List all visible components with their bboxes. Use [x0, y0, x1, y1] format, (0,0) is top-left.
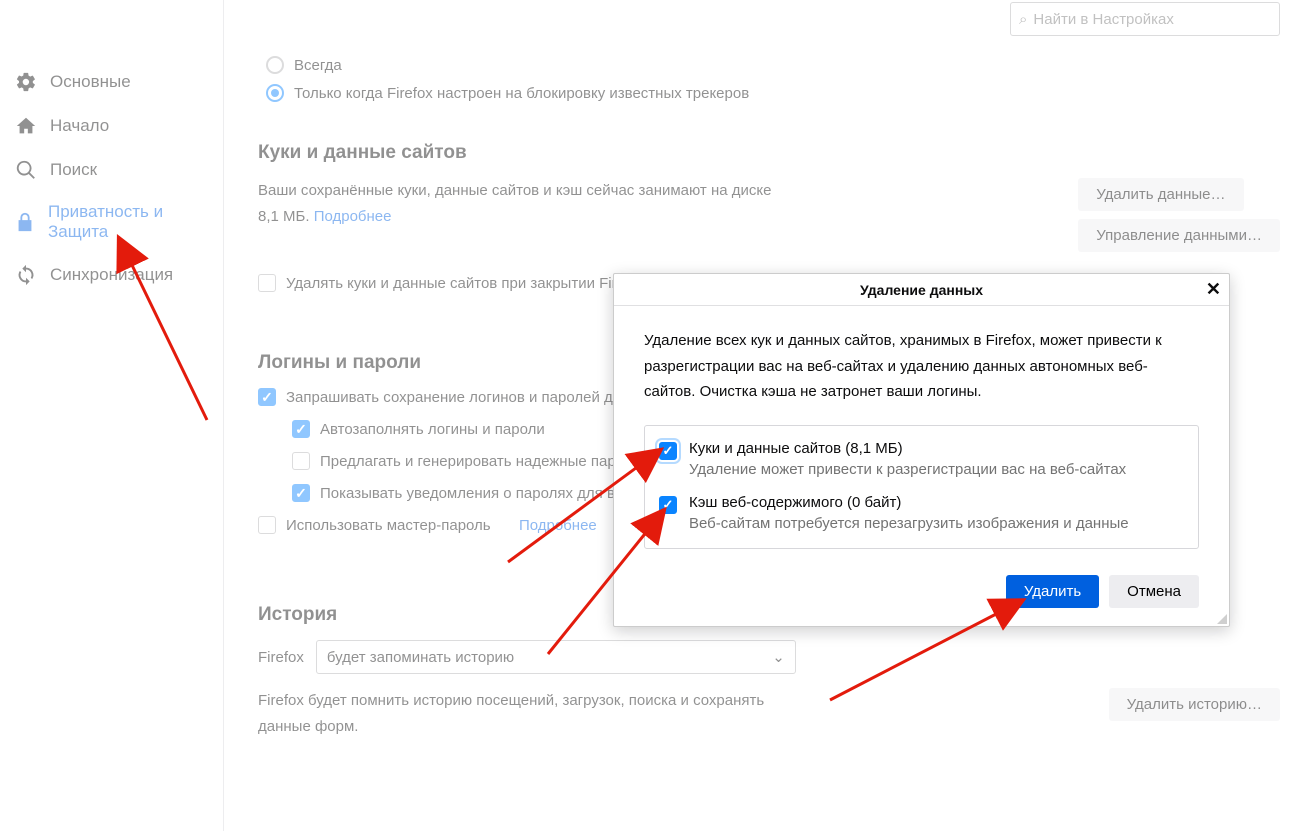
dialog-text: Удаление всех кук и данных сайтов, храни… [644, 328, 1199, 405]
delete-button[interactable]: Удалить [1006, 575, 1099, 608]
close-icon[interactable]: ✕ [1206, 280, 1221, 298]
clear-data-dialog: Удаление данных ✕ Удаление всех кук и да… [613, 273, 1230, 627]
dialog-title: Удаление данных [860, 282, 983, 298]
option-cookies[interactable]: Куки и данные сайтов (8,1 МБ) Удаление м… [659, 440, 1184, 478]
dialog-header: Удаление данных ✕ [614, 274, 1229, 306]
option-label: Куки и данные сайтов (8,1 МБ) [689, 440, 1126, 457]
options-group: Куки и данные сайтов (8,1 МБ) Удаление м… [644, 425, 1199, 549]
resize-grip[interactable] [1215, 612, 1227, 624]
option-sublabel: Удаление может привести к разрегистрации… [689, 461, 1126, 478]
cancel-button[interactable]: Отмена [1109, 575, 1199, 608]
option-label: Кэш веб-содержимого (0 байт) [689, 494, 1129, 511]
option-sublabel: Веб-сайтам потребуется перезагрузить изо… [689, 515, 1129, 532]
checkbox-icon [659, 442, 677, 460]
checkbox-icon [659, 496, 677, 514]
option-cache[interactable]: Кэш веб-содержимого (0 байт) Веб-сайтам … [659, 494, 1184, 532]
